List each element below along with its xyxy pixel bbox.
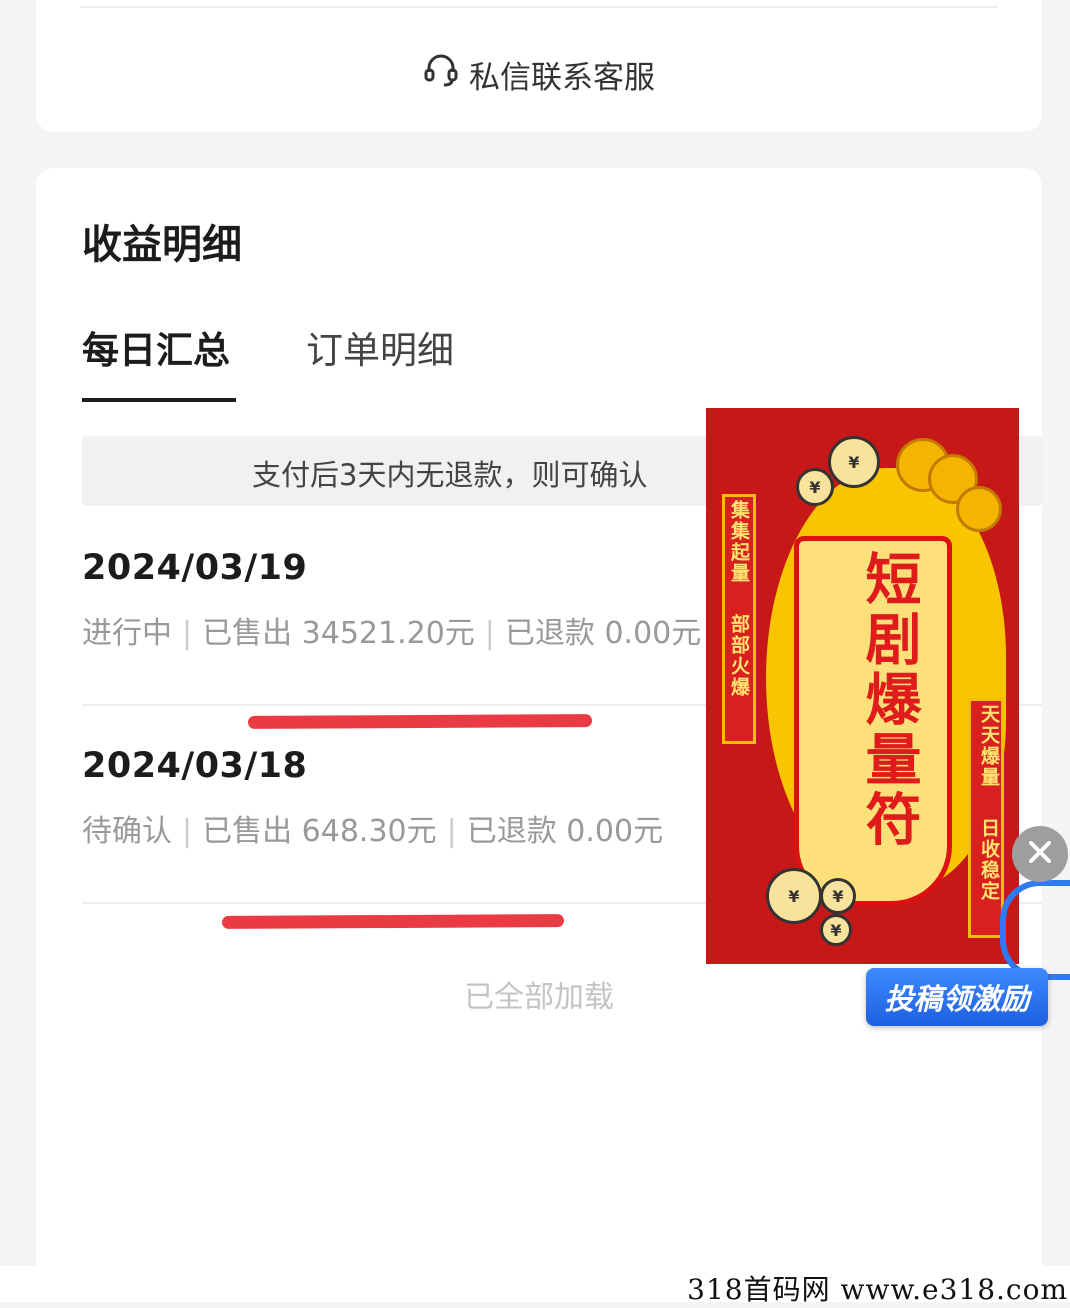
coin-icon: ¥ <box>766 868 822 924</box>
floating-widget-ring <box>1000 880 1070 980</box>
row-summary: 待确认 | 已售出 648.30元 | 已退款 0.00元 <box>82 814 664 849</box>
active-tab-indicator <box>82 398 236 402</box>
settlement-notice-text: 支付后3天内无退款，则可确认 <box>252 458 648 492</box>
promo-ad[interactable]: ¥ ¥ 集集起量 部部火爆 短剧爆量符 天天爆量 日收稳定 ¥ ¥ ¥ <box>706 408 1019 964</box>
ad-slogan: 日收稳定 <box>978 818 1000 902</box>
tab-daily-summary[interactable]: 每日汇总 <box>82 320 230 374</box>
highlight-marker <box>247 714 593 729</box>
row-status: 待确认 <box>82 814 172 849</box>
ad-title: 短剧爆量符 <box>856 550 922 850</box>
section-title: 收益明细 <box>82 222 242 268</box>
row-refund: 已退款 0.00元 <box>466 814 664 849</box>
close-ad-button[interactable] <box>1012 826 1068 882</box>
submit-reward-button[interactable]: 投稿领激励 <box>866 968 1048 1026</box>
ad-slogan: 集集起量 <box>728 500 750 584</box>
row-date: 2024/03/19 <box>82 548 308 588</box>
coin-icon: ¥ <box>828 436 880 488</box>
row-summary: 进行中 | 已售出 34521.20元 | 已退款 0.00元 <box>82 616 702 651</box>
watermark: 318首码网 www.e318.com <box>0 1266 1070 1306</box>
row-sold: 已售出 648.30元 <box>202 814 437 849</box>
ad-slogan: 天天爆量 <box>978 704 1000 788</box>
tab-order-details[interactable]: 订单明细 <box>306 320 454 374</box>
contact-support-label: 私信联系客服 <box>469 59 655 96</box>
row-sold: 已售出 34521.20元 <box>202 616 475 651</box>
highlight-marker <box>221 914 565 929</box>
contact-support-button[interactable]: 私信联系客服 <box>36 52 1042 96</box>
row-status: 进行中 <box>82 616 172 651</box>
coin-icon: ¥ <box>820 878 856 914</box>
coin-icon: ¥ <box>820 914 852 946</box>
ad-slogan: 部部火爆 <box>728 614 750 698</box>
watermark-text: 318首码网 www.e318.com <box>687 1273 1068 1306</box>
headset-icon <box>423 52 459 96</box>
trumpet-icon <box>956 486 1002 532</box>
row-refund: 已退款 0.00元 <box>504 616 702 651</box>
row-date: 2024/03/18 <box>82 746 308 786</box>
divider <box>80 6 998 8</box>
coin-icon: ¥ <box>796 468 834 506</box>
close-icon <box>1027 839 1053 869</box>
contact-card: 私信联系客服 <box>36 0 1042 132</box>
